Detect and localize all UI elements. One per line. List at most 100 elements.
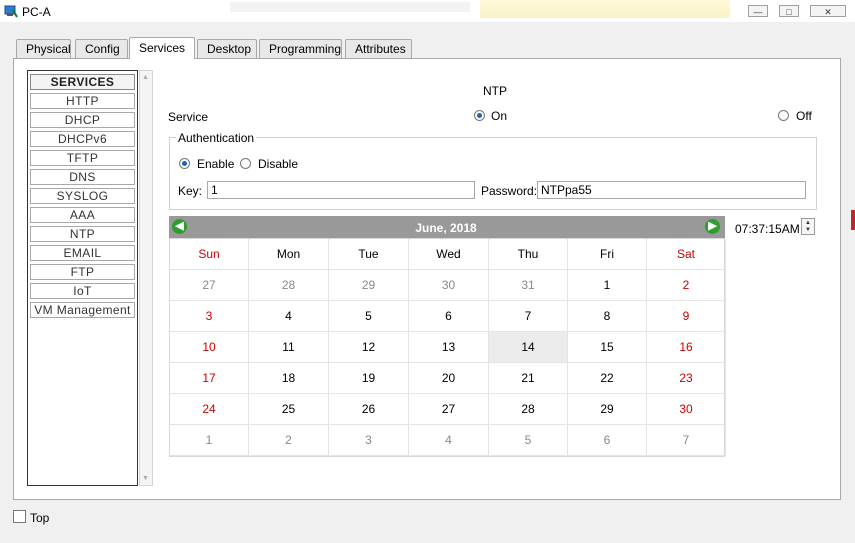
calendar-day[interactable]: 18 [249,363,329,394]
auth-enable-radio[interactable] [179,158,190,169]
time-up-icon[interactable]: ▲ [805,220,811,226]
calendar-day[interactable]: 11 [249,332,329,363]
calendar-day[interactable]: 5 [329,301,409,332]
calendar-day[interactable]: 16 [647,332,726,363]
app-icon [4,4,18,18]
calendar-day[interactable]: 1 [568,270,647,301]
calendar-day[interactable]: 28 [249,270,329,301]
weekday-header: Thu [489,239,568,270]
weekday-header: Fri [568,239,647,270]
close-button[interactable]: ✕ [810,5,846,17]
service-off-radio[interactable] [778,110,789,121]
calendar-day[interactable]: 21 [489,363,568,394]
service-item-dhcpv6[interactable]: DHCPv6 [30,131,135,147]
calendar-day[interactable]: 30 [647,394,726,425]
service-item-iot[interactable]: IoT [30,283,135,299]
calendar-day[interactable]: 7 [647,425,726,456]
top-checkbox[interactable] [13,510,26,523]
service-item-aaa[interactable]: AAA [30,207,135,223]
calendar-day[interactable]: 31 [489,270,568,301]
time-field[interactable]: 07:37:15AM [735,222,800,236]
tab-config[interactable]: Config [75,39,128,58]
calendar-day[interactable]: 29 [329,270,409,301]
tab-attributes[interactable]: Attributes [345,39,412,58]
password-field[interactable]: NTPpa55 [537,181,806,199]
service-item-syslog[interactable]: SYSLOG [30,188,135,204]
scroll-up-icon[interactable]: ▲ [142,74,149,81]
calendar-day[interactable]: 29 [568,394,647,425]
tab-physical[interactable]: Physical [16,39,71,58]
calendar-day[interactable]: 15 [568,332,647,363]
title-bar [0,0,855,22]
calendar-day[interactable]: 27 [170,270,249,301]
calendar-day[interactable]: 6 [409,301,489,332]
service-item-ntp[interactable]: NTP [30,226,135,242]
calendar-day[interactable]: 30 [409,270,489,301]
prev-month-icon[interactable]: ◀ [172,219,187,234]
service-item-http[interactable]: HTTP [30,93,135,109]
calendar-day[interactable]: 1 [170,425,249,456]
auth-disable-label: Disable [258,157,299,171]
calendar-day[interactable]: 26 [329,394,409,425]
authentication-group [169,137,817,210]
calendar-day[interactable]: 19 [329,363,409,394]
calendar-day[interactable]: 10 [170,332,249,363]
calendar-day[interactable]: 6 [568,425,647,456]
weekday-header: Sat [647,239,726,270]
calendar-day[interactable]: 23 [647,363,726,394]
service-on-radio[interactable] [474,110,485,121]
weekday-header: Sun [170,239,249,270]
weekday-header: Tue [329,239,409,270]
top-label: Top [30,511,50,525]
calendar-day[interactable]: 20 [409,363,489,394]
minimize-button[interactable]: — [748,5,768,17]
services-list: SERVICES HTTP DHCP DHCPv6 TFTP DNS SYSLO… [27,70,138,486]
calendar-day[interactable]: 13 [409,332,489,363]
service-item-email[interactable]: EMAIL [30,245,135,261]
calendar-day[interactable]: 4 [409,425,489,456]
auth-disable-radio[interactable] [240,158,251,169]
time-spinner[interactable]: ▲ ▼ [801,218,815,235]
calendar-day[interactable]: 17 [170,363,249,394]
service-item-ftp[interactable]: FTP [30,264,135,280]
auth-enable-label: Enable [197,157,235,171]
calendar-day[interactable]: 5 [489,425,568,456]
calendar-day[interactable]: 2 [249,425,329,456]
calendar-day[interactable]: 28 [489,394,568,425]
calendar-day[interactable]: 12 [329,332,409,363]
calendar-day[interactable]: 3 [329,425,409,456]
service-label: Service [168,110,209,124]
calendar-day[interactable]: 22 [568,363,647,394]
key-field[interactable]: 1 [207,181,475,199]
service-off-label: Off [796,109,812,123]
background-window-edge [851,210,855,230]
calendar-day[interactable]: 4 [249,301,329,332]
maximize-button[interactable]: □ [779,5,799,17]
calendar-day[interactable]: 27 [409,394,489,425]
calendar-day[interactable]: 24 [170,394,249,425]
service-item-dhcp[interactable]: DHCP [30,112,135,128]
service-item-dns[interactable]: DNS [30,169,135,185]
calendar-day[interactable]: 8 [568,301,647,332]
tab-desktop[interactable]: Desktop [197,39,257,58]
services-scrollbar[interactable]: ▲ ▼ [139,70,153,486]
calendar-day[interactable]: 2 [647,270,726,301]
time-down-icon[interactable]: ▼ [805,227,811,233]
calendar-day[interactable]: 3 [170,301,249,332]
next-month-icon[interactable]: ▶ [705,219,720,234]
calendar-day[interactable]: 9 [647,301,726,332]
calendar-month-year: June, 2018 [415,221,477,235]
calendar-day[interactable]: 14 [489,332,568,363]
service-item-tftp[interactable]: TFTP [30,150,135,166]
tab-programming[interactable]: Programming [259,39,342,58]
tab-services[interactable]: Services [129,37,195,59]
password-label: Password: [481,184,538,198]
authentication-legend: Authentication [176,131,257,145]
calendar-day[interactable]: 25 [249,394,329,425]
window-title: PC-A [22,5,51,19]
services-header: SERVICES [30,74,135,90]
calendar-day[interactable]: 7 [489,301,568,332]
calendar-grid: Sun Mon Tue Wed Thu Fri Sat 27 28 29 30 31 1 2 3 4 5 6 7 8 9… [169,238,726,457]
service-item-vm-management[interactable]: VM Management [30,302,135,318]
scroll-down-icon[interactable]: ▼ [142,475,149,482]
